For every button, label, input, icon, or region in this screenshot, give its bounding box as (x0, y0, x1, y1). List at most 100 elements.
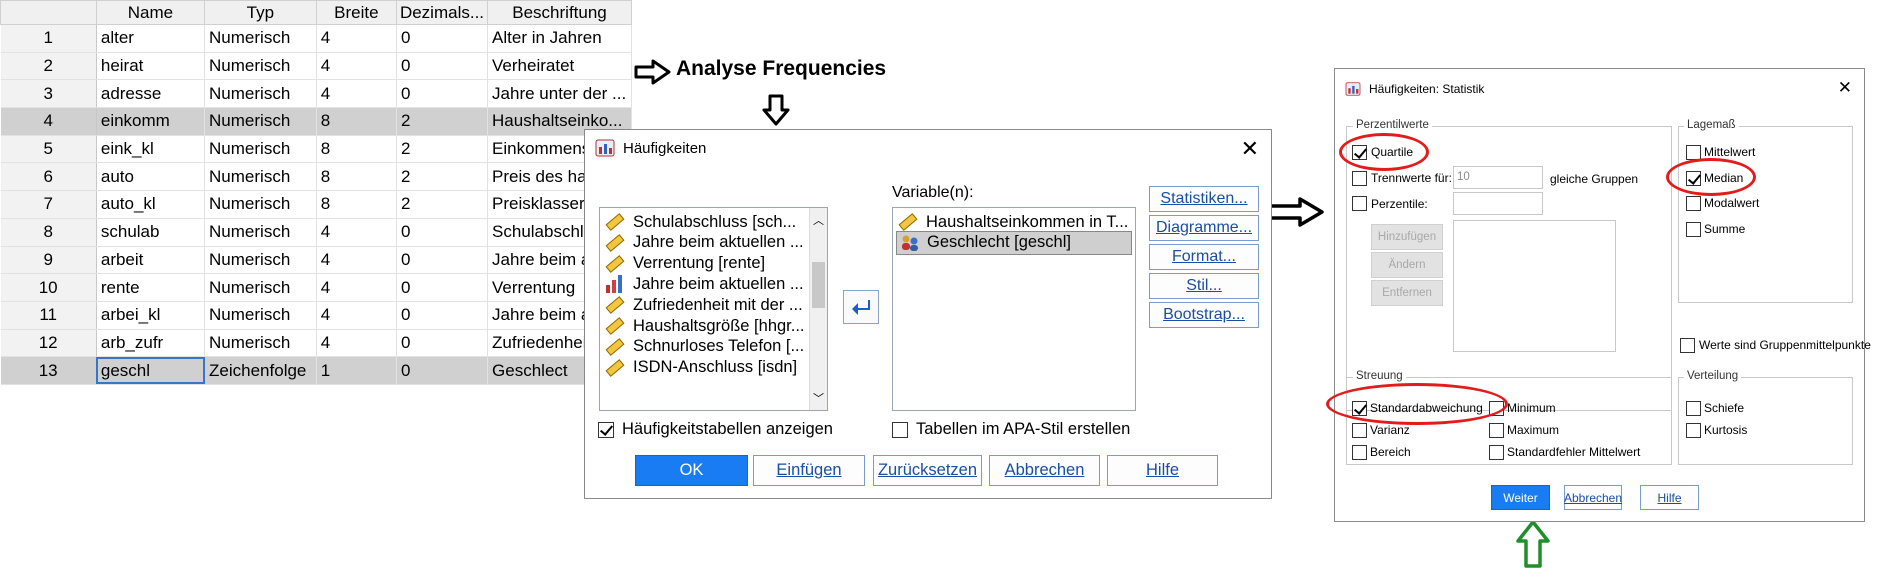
name-cell[interactable]: arb_zufr (96, 329, 206, 358)
charts-button[interactable]: Diagramme... (1149, 215, 1259, 241)
type-cell[interactable]: Numerisch (204, 107, 317, 136)
table-row[interactable]: 4 einkomm Numerisch 8 2 Haushaltseinko... (0, 107, 632, 136)
width-cell[interactable]: 4 (316, 218, 397, 247)
name-cell[interactable]: schulab (96, 218, 206, 247)
type-cell[interactable]: Numerisch (204, 190, 317, 219)
decimals-cell[interactable]: 0 (396, 329, 489, 358)
std-deviation-checkbox[interactable] (1352, 401, 1367, 416)
name-cell[interactable]: rente (96, 273, 206, 302)
continue-button[interactable]: Weiter (1491, 485, 1550, 510)
name-cell[interactable]: auto_kl (96, 190, 206, 219)
list-scrollbar[interactable]: ︿ ﹀ (809, 208, 827, 410)
column-header-name[interactable]: Name (95, 0, 206, 25)
cancel-button[interactable]: Abbrechen (989, 455, 1100, 486)
cutpoints-input[interactable]: 10 (1453, 166, 1543, 189)
add-percentile-button[interactable]: Hinzufügen (1371, 224, 1443, 250)
width-cell[interactable]: 8 (316, 135, 397, 164)
width-cell[interactable]: 8 (316, 162, 397, 192)
percentile-list[interactable] (1453, 220, 1616, 352)
type-cell[interactable]: Numerisch (204, 24, 317, 53)
percentiles-checkbox[interactable] (1352, 196, 1367, 211)
width-cell[interactable]: 1 (316, 356, 397, 385)
type-cell[interactable]: Numerisch (204, 329, 317, 358)
type-cell[interactable]: Numerisch (204, 218, 317, 247)
median-checkbox[interactable] (1686, 171, 1701, 186)
source-variable-list[interactable]: Schulabschluss [sch... Jahre beim aktuell… (599, 207, 828, 411)
decimals-cell[interactable]: 0 (396, 24, 489, 53)
table-row[interactable]: 3 adresse Numerisch 4 0 Jahre unter der ... (0, 79, 632, 109)
close-icon[interactable]: ✕ (1241, 136, 1259, 162)
bootstrap-button[interactable]: Bootstrap... (1149, 302, 1259, 328)
cancel-button[interactable]: Abbrechen (1564, 485, 1622, 510)
reset-button[interactable]: Zurücksetzen (873, 455, 982, 486)
name-cell[interactable]: eink_kl (96, 135, 206, 164)
group-midpoints-checkbox[interactable] (1680, 338, 1695, 353)
table-row[interactable]: 9 arbeit Numerisch 4 0 Jahre beim a (0, 246, 632, 275)
column-header-width[interactable]: Breite (315, 0, 397, 25)
name-cell[interactable]: einkomm (96, 107, 206, 136)
std-error-mean-checkbox[interactable] (1489, 445, 1504, 460)
decimals-cell[interactable]: 0 (396, 273, 489, 302)
range-checkbox[interactable] (1352, 445, 1367, 460)
name-cell[interactable]: auto (96, 162, 206, 192)
decimals-cell[interactable]: 0 (396, 79, 489, 109)
kurtosis-checkbox[interactable] (1686, 423, 1701, 438)
label-cell[interactable]: Verheiratet (487, 52, 632, 81)
width-cell[interactable]: 4 (316, 24, 397, 53)
mean-checkbox[interactable] (1686, 145, 1701, 160)
width-cell[interactable]: 4 (316, 329, 397, 358)
move-variable-button[interactable] (843, 290, 879, 324)
change-percentile-button[interactable]: Ändern (1371, 252, 1443, 278)
remove-percentile-button[interactable]: Entfernen (1371, 280, 1443, 306)
variance-checkbox[interactable] (1352, 423, 1367, 438)
table-row[interactable]: 2 heirat Numerisch 4 0 Verheiratet (0, 52, 632, 81)
column-header-label[interactable]: Beschriftung (487, 0, 632, 25)
table-row[interactable]: 6 auto Numerisch 8 2 Preis des ha (0, 162, 632, 192)
name-cell[interactable]: arbei_kl (96, 301, 206, 330)
type-cell[interactable]: Numerisch (204, 273, 317, 302)
cutpoints-checkbox[interactable] (1352, 171, 1367, 186)
maximum-checkbox[interactable] (1489, 423, 1504, 438)
name-cell[interactable]: alter (96, 24, 206, 53)
width-cell[interactable]: 4 (316, 79, 397, 109)
table-row[interactable]: 8 schulab Numerisch 4 0 Schulabschl (0, 218, 632, 247)
type-cell[interactable]: Numerisch (204, 52, 317, 81)
close-icon[interactable]: ✕ (1838, 78, 1852, 98)
decimals-cell[interactable]: 2 (396, 107, 489, 136)
mode-checkbox[interactable] (1686, 196, 1701, 211)
help-button[interactable]: Hilfe (1107, 455, 1218, 486)
decimals-cell[interactable]: 2 (396, 162, 489, 192)
name-cell[interactable]: arbeit (96, 246, 206, 275)
decimals-cell[interactable]: 0 (396, 301, 489, 330)
scroll-down-icon[interactable]: ﹀ (813, 390, 824, 406)
type-cell[interactable]: Numerisch (204, 162, 317, 192)
style-button[interactable]: Stil... (1149, 273, 1259, 299)
width-cell[interactable]: 4 (316, 52, 397, 81)
minimum-checkbox[interactable] (1489, 401, 1504, 416)
type-cell[interactable]: Numerisch (204, 246, 317, 275)
table-row[interactable]: 12 arb_zufr Numerisch 4 0 Zufriedenheit (0, 329, 632, 358)
list-item[interactable]: ISDN-Anschluss [isdn] (605, 356, 797, 380)
list-item[interactable]: Geschlecht [geschl] (896, 230, 1132, 255)
label-cell[interactable]: Alter in Jahren (487, 24, 632, 53)
selected-variable-list[interactable]: Haushaltseinkommen in T... Geschlecht [ge… (892, 207, 1136, 411)
name-cell[interactable]: geschl (96, 356, 206, 385)
sum-checkbox[interactable] (1686, 222, 1701, 237)
help-button[interactable]: Hilfe (1640, 485, 1699, 510)
label-cell[interactable]: Jahre unter der ... (487, 79, 632, 109)
type-cell[interactable]: Numerisch (204, 301, 317, 330)
decimals-cell[interactable]: 0 (396, 218, 489, 247)
scroll-up-icon[interactable]: ︿ (813, 212, 824, 228)
width-cell[interactable]: 8 (316, 190, 397, 219)
paste-button[interactable]: Einfügen (753, 455, 865, 486)
name-cell[interactable]: adresse (96, 79, 206, 109)
width-cell[interactable]: 4 (316, 246, 397, 275)
width-cell[interactable]: 4 (316, 301, 397, 330)
table-row[interactable]: 7 auto_kl Numerisch 8 2 Preisklasser (0, 190, 632, 219)
type-cell[interactable]: Zeichenfolge (204, 356, 317, 385)
decimals-cell[interactable]: 2 (396, 135, 489, 164)
table-row[interactable]: 5 eink_kl Numerisch 8 2 Einkommens (0, 135, 632, 164)
width-cell[interactable]: 8 (316, 107, 397, 136)
apa-style-checkbox[interactable] (892, 422, 908, 438)
type-cell[interactable]: Numerisch (204, 135, 317, 164)
